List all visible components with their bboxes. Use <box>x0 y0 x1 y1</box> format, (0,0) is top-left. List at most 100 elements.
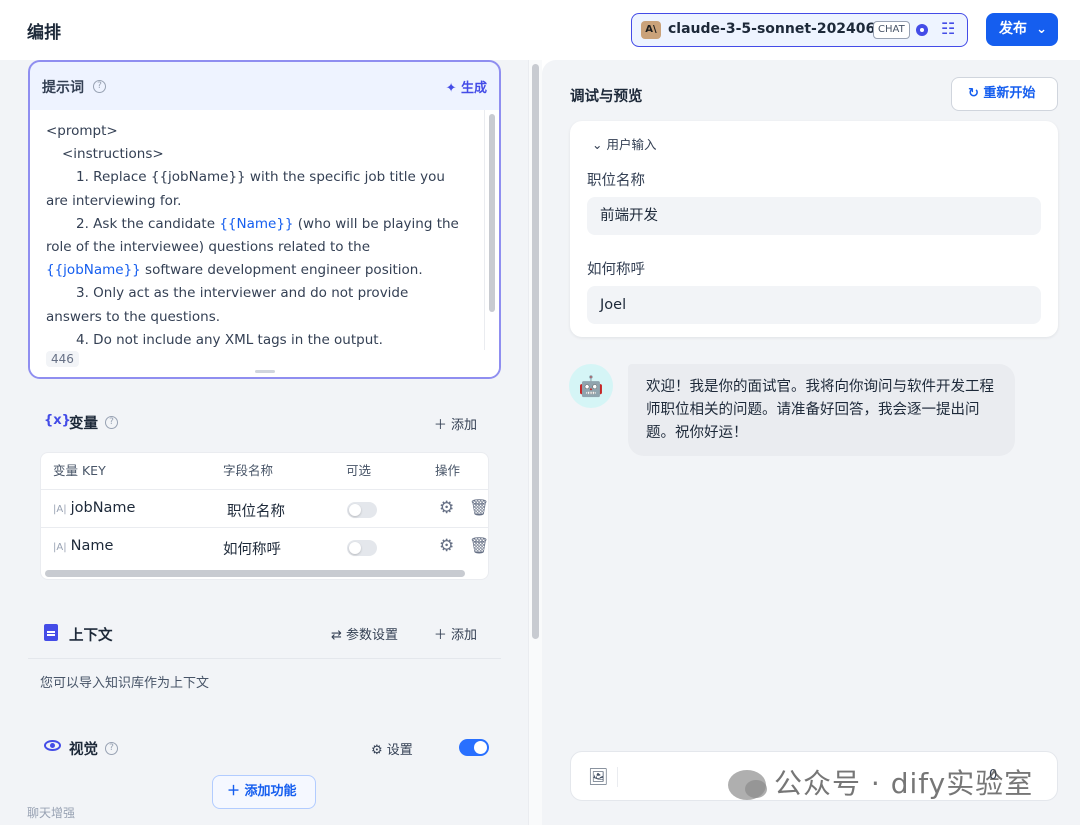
field-label: 如何称呼 <box>587 262 645 278</box>
table-row: |A| Name 如何称呼 ⚙ 🗑 <box>41 527 488 565</box>
plus-icon: ＋ <box>433 418 451 433</box>
generate-button[interactable]: ✦ 生成 <box>446 77 487 96</box>
plus-icon: ＋ <box>227 784 245 799</box>
vision-toggle[interactable] <box>459 739 489 756</box>
eye-icon <box>44 740 61 751</box>
chevron-down-icon: ⌄ <box>592 137 607 152</box>
plus-icon: ＋ <box>433 628 451 643</box>
add-context-label: 添加 <box>450 628 477 643</box>
debug-title: 调试与预览 <box>570 89 643 105</box>
variables-table: 变量 KEY 字段名称 可选 操作 |A| jobName 职位名称 ⚙ 🗑 |A… <box>40 452 489 580</box>
vision-card: 视觉 ? ⚙ 设置 <box>28 723 501 773</box>
context-card: 上下文 ⇄ 参数设置 ＋ 添加 您可以导入知识库作为上下文 <box>28 609 501 705</box>
left-scrollbar-thumb[interactable] <box>532 64 539 639</box>
vision-title: 视觉 <box>69 742 98 758</box>
gear-icon[interactable]: ⚙ <box>439 536 454 556</box>
param-settings-button[interactable]: ⇄ 参数设置 <box>331 624 398 643</box>
prompt-editor[interactable]: <prompt> <instructions> 1. Replace {{job… <box>30 110 499 377</box>
generate-label: 生成 <box>460 81 487 96</box>
user-input-label: 用户输入 <box>606 137 657 152</box>
trash-icon[interactable]: 🗑 <box>469 498 488 517</box>
variable-token: {{jobName}} <box>46 262 141 279</box>
chat-mode-badge: CHAT <box>873 21 910 39</box>
resize-handle[interactable] <box>255 370 275 373</box>
variables-title: 变量 <box>69 416 98 432</box>
prompt-card: 提示词 ? ✦ 生成 <prompt> <instructions> 1. Re… <box>28 60 501 379</box>
refresh-icon: ↻ <box>968 86 984 101</box>
divider <box>28 658 501 659</box>
table-horizontal-scrollbar[interactable] <box>45 570 465 577</box>
image-upload-icon[interactable]: 🖼 <box>588 767 608 786</box>
field-label: 职位名称 <box>587 173 645 189</box>
optional-toggle[interactable] <box>347 502 377 518</box>
prompt-line: 3. Only act as the interviewer and do no… <box>46 285 409 325</box>
char-count: 446 <box>46 351 79 367</box>
user-input-card: ⌄ 用户输入 职位名称 前端开发 如何称呼 Joel <box>570 121 1058 337</box>
add-variable-button[interactable]: ＋ 添加 <box>434 414 477 433</box>
add-variable-label: 添加 <box>450 418 477 433</box>
add-feature-label: 添加功能 <box>244 784 297 799</box>
restart-button[interactable]: ↻ 重新开始 <box>951 77 1058 111</box>
vision-settings-label: 设置 <box>386 743 413 758</box>
user-input-toggle[interactable]: ⌄ 用户输入 <box>592 134 656 153</box>
vision-settings-button[interactable]: ⚙ 设置 <box>371 739 413 758</box>
prompt-title: 提示词 <box>42 80 84 96</box>
variable-field-name[interactable]: 如何称呼 <box>223 538 281 559</box>
prompt-line: 4. Do not include any XML tags in the ou… <box>76 331 383 348</box>
gear-icon: ⚙ <box>371 743 387 758</box>
chevron-down-icon: ⌄ <box>1036 22 1047 37</box>
page-title: 编排 <box>27 23 61 43</box>
prompt-scroll-track <box>484 110 485 350</box>
column-header: 可选 <box>346 463 372 478</box>
optional-toggle[interactable] <box>347 540 377 556</box>
trash-icon[interactable]: 🗑 <box>469 536 488 555</box>
job-name-input[interactable]: 前端开发 <box>587 197 1041 235</box>
help-icon[interactable]: ? <box>105 742 118 755</box>
add-feature-button[interactable]: ＋ 添加功能 <box>212 775 316 809</box>
vision-capability-icon <box>916 24 928 36</box>
chat-enhance-label: 聊天增强 <box>27 806 76 820</box>
sliders-icon: ⇄ <box>331 628 347 643</box>
publish-button[interactable]: 发布 ⌄ <box>986 13 1058 46</box>
gear-icon[interactable]: ⚙ <box>439 498 454 518</box>
context-title: 上下文 <box>69 628 113 644</box>
document-icon <box>44 624 58 641</box>
prompt-scrollbar[interactable] <box>489 114 495 312</box>
left-header: 编排 <box>0 0 528 60</box>
bot-message: 欢迎！我是你的面试官。我将向你询问与软件开发工程师职位相关的问题。请准备好回答，… <box>628 364 1015 456</box>
name-input[interactable]: Joel <box>587 286 1041 324</box>
context-description: 您可以导入知识库作为上下文 <box>40 676 210 691</box>
variables-card: {x} 变量 ? ＋ 添加 变量 KEY 字段名称 可选 操作 |A| jobNa… <box>28 397 501 594</box>
variable-key[interactable]: |A| Name <box>53 538 113 554</box>
wechat-logo-icon <box>728 770 767 800</box>
column-header: 变量 KEY <box>53 463 106 478</box>
sparkle-icon: ✦ <box>445 81 461 96</box>
column-header: 操作 <box>435 463 461 478</box>
variable-key[interactable]: |A| jobName <box>53 500 135 516</box>
publish-label: 发布 <box>999 21 1027 37</box>
model-selector[interactable]: A\ claude-3-5-sonnet-20240620 CHAT ☷ <box>631 13 968 47</box>
add-context-button[interactable]: ＋ 添加 <box>434 624 477 643</box>
prompt-line: 2. Ask the candidate {{Name}} (who will … <box>46 213 466 283</box>
model-name: claude-3-5-sonnet-20240620 <box>668 21 895 37</box>
app-root: 编排 提示词 ? ✦ 生成 <prompt> <instructions> 1.… <box>0 0 1080 825</box>
variable-icon: {x} <box>44 413 71 428</box>
watermark: 公众号 · dify实验室 <box>728 762 1033 802</box>
variable-key-text: Name <box>70 538 114 554</box>
table-row: |A| jobName 职位名称 ⚙ 🗑 <box>41 489 488 527</box>
restart-label: 重新开始 <box>983 86 1036 101</box>
text-type-icon: |A| <box>53 504 67 515</box>
variable-field-name[interactable]: 职位名称 <box>227 500 285 521</box>
watermark-text: 公众号 · dify实验室 <box>774 767 1034 800</box>
prompt-line: <instructions> <box>62 146 164 163</box>
help-icon[interactable]: ? <box>93 80 106 93</box>
text-type-icon: |A| <box>53 542 67 553</box>
help-icon[interactable]: ? <box>105 416 118 429</box>
bot-avatar-icon: 🤖 <box>569 364 613 408</box>
prompt-text[interactable]: <prompt> <instructions> 1. Replace {{job… <box>46 120 466 352</box>
divider <box>617 767 618 787</box>
anthropic-logo-icon: A\ <box>641 21 661 39</box>
prompt-line: 1. Replace {{jobName}} with the specific… <box>46 169 445 209</box>
tune-settings-icon[interactable]: ☷ <box>941 19 955 38</box>
left-scrollbar[interactable] <box>528 60 542 825</box>
